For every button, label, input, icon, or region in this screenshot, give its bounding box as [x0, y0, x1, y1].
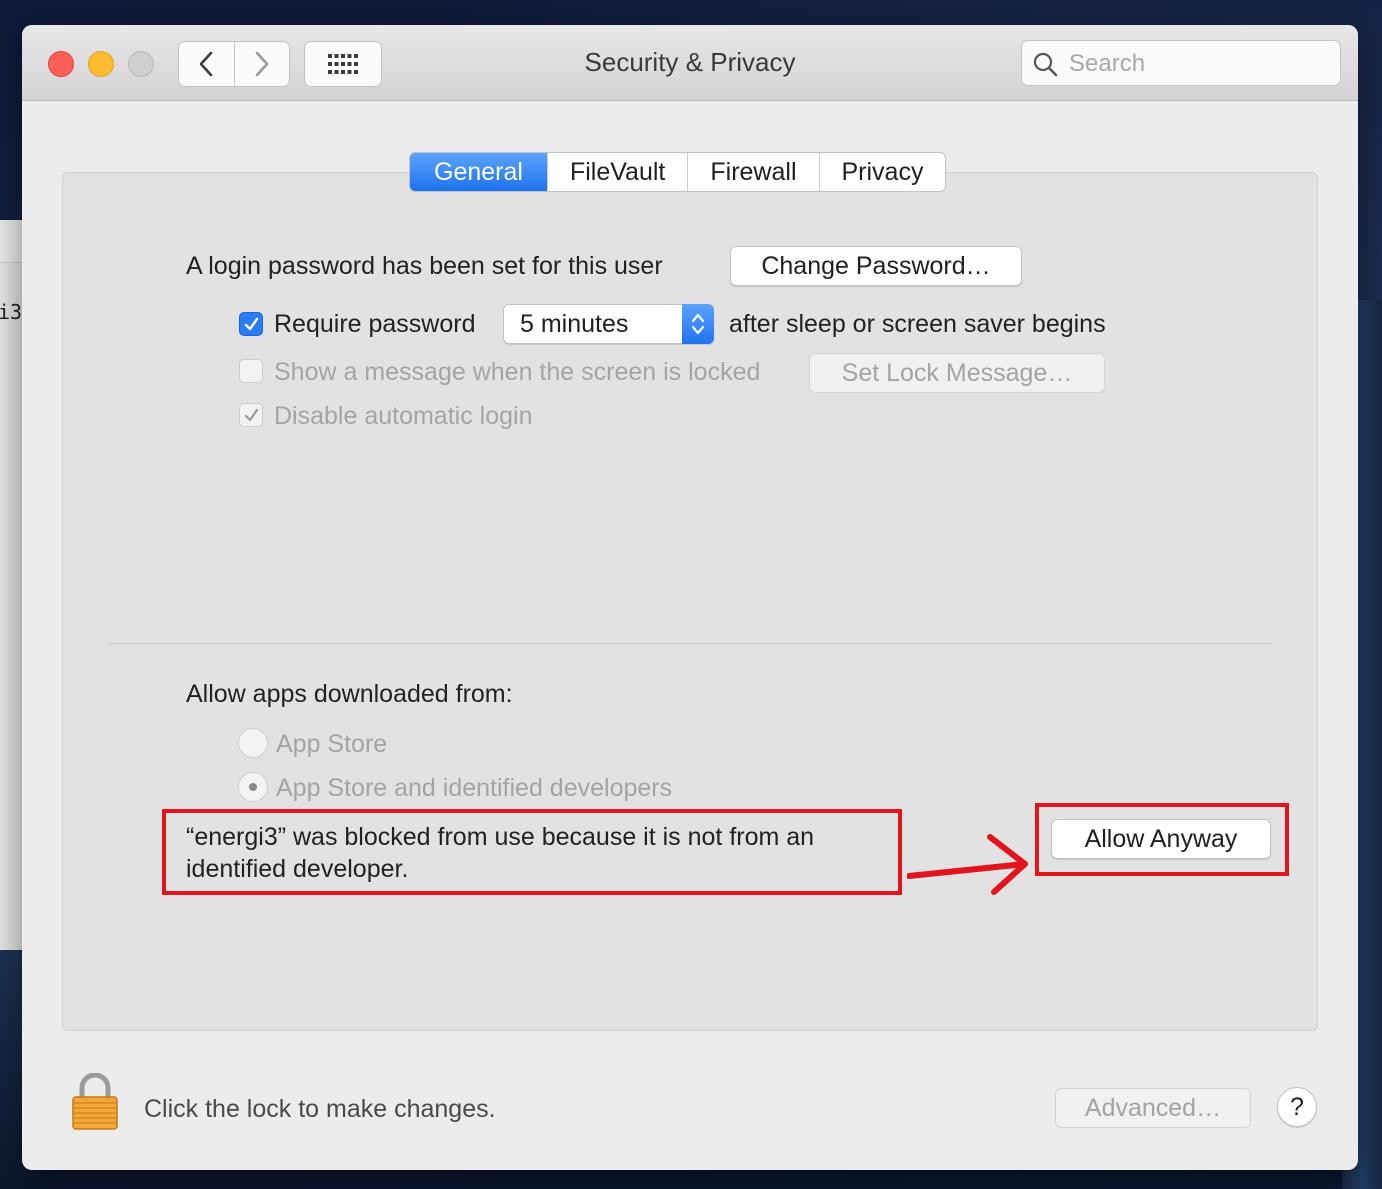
- tab-bar: General FileVault Firewall Privacy: [409, 152, 947, 192]
- annotation-arrow-icon: [907, 834, 1028, 895]
- show-message-checkbox[interactable]: [239, 359, 263, 383]
- require-password-delay-value: 5 minutes: [520, 310, 629, 338]
- search-placeholder: Search: [1069, 50, 1146, 77]
- radio-app-store-label: App Store: [276, 730, 388, 758]
- radio-app-store[interactable]: [238, 728, 268, 758]
- tab-general[interactable]: General: [410, 153, 547, 191]
- title-bar: Security & Privacy Search: [22, 25, 1358, 101]
- annotation-highlight-message: [162, 809, 902, 895]
- change-password-button[interactable]: Change Password…: [730, 246, 1022, 286]
- radio-app-store-identified-label: App Store and identified developers: [276, 774, 673, 802]
- lock-message: Click the lock to make changes.: [144, 1095, 496, 1123]
- search-icon: [1033, 52, 1058, 77]
- help-button[interactable]: ?: [1277, 1087, 1317, 1127]
- checkmark-icon: [244, 317, 259, 331]
- disable-automatic-login-checkbox[interactable]: [239, 403, 263, 427]
- advanced-button[interactable]: Advanced…: [1055, 1088, 1251, 1128]
- show-message-label: Show a message when the screen is locked: [274, 358, 761, 386]
- section-divider: [108, 643, 1272, 644]
- after-sleep-text: after sleep or screen saver begins: [729, 310, 1106, 338]
- require-password-checkbox[interactable]: [239, 312, 263, 336]
- select-stepper: [682, 304, 714, 344]
- search-field[interactable]: Search: [1021, 40, 1341, 86]
- checkmark-icon: [244, 408, 259, 422]
- radio-app-store-identified[interactable]: [238, 772, 268, 802]
- tab-firewall[interactable]: Firewall: [687, 153, 818, 191]
- background-window-text: i3: [0, 300, 23, 324]
- set-lock-message-button[interactable]: Set Lock Message…: [809, 353, 1105, 393]
- radio-selected-dot: [249, 783, 257, 791]
- lock-icon[interactable]: [70, 1073, 120, 1131]
- up-down-arrows-icon: [691, 313, 705, 335]
- allow-apps-heading: Allow apps downloaded from:: [186, 680, 513, 708]
- annotation-highlight-button: [1035, 803, 1289, 876]
- require-password-delay-select[interactable]: 5 minutes: [503, 304, 714, 344]
- login-password-text: A login password has been set for this u…: [186, 252, 663, 280]
- disable-automatic-login-label: Disable automatic login: [274, 402, 533, 430]
- tab-filevault[interactable]: FileVault: [546, 153, 687, 191]
- tab-content-panel: [62, 172, 1318, 1031]
- tab-privacy[interactable]: Privacy: [818, 153, 946, 191]
- require-password-label: Require password: [274, 310, 476, 338]
- security-privacy-window: Security & Privacy Search General FileVa…: [22, 25, 1358, 1170]
